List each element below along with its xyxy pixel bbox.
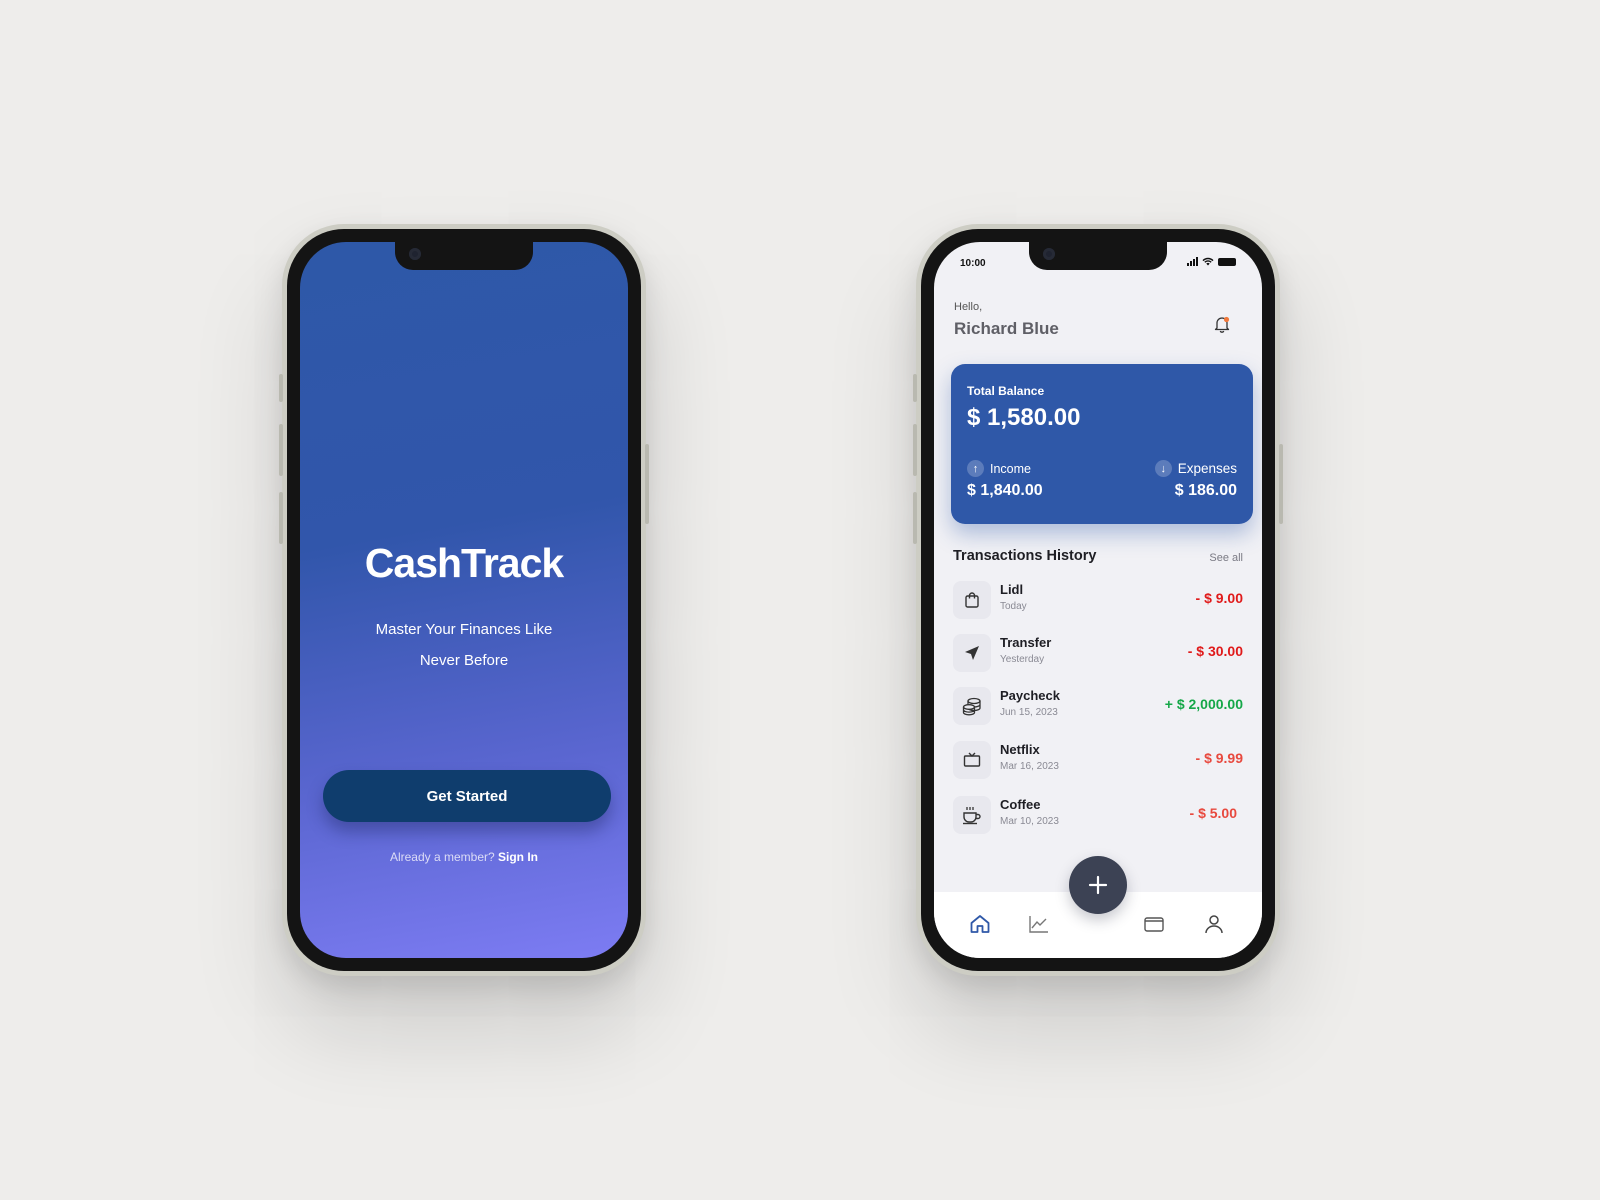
greeting: Hello, [954,301,983,313]
expenses-label: Expenses [1177,461,1237,476]
add-transaction-button[interactable] [1069,856,1127,914]
transaction-amount: - $ 5.00 [1189,805,1237,821]
tagline: Master Your Finances Like Never Before [340,614,588,676]
income-value: $ 1,840.00 [967,482,1043,499]
user-name: Richard Blue [954,319,1059,338]
transaction-name: Lidl [1000,582,1024,597]
phone-frame: 10:00 Hello, Richard Blue Total Balance … [921,229,1275,971]
total-balance-label: Total Balance [967,384,1045,398]
expenses-label-group: ↓ Expenses [1154,460,1237,477]
see-all-link[interactable]: See all [1209,552,1243,564]
coins-icon [962,697,981,716]
transaction-amount: - $ 30.00 [1187,643,1243,659]
transaction-row[interactable]: Netflix Mar 16, 2023 - $ 9.99 [953,738,1243,782]
phone-side-button [279,374,283,402]
transaction-date: Yesterday [1000,654,1045,665]
battery-icon [1218,258,1236,266]
transaction-row[interactable]: Coffee Mar 10, 2023 - $ 5.00 [953,793,1243,837]
notch [395,242,533,270]
phone-side-button [279,424,283,476]
signal-icon [1187,257,1198,266]
splash-screen: CashTrack Master Your Finances Like Neve… [300,242,628,958]
income-label-group: ↑ Income [967,460,1031,477]
tagline-line-1: Master Your Finances Like [375,621,553,638]
phone-side-button [279,492,283,544]
notch [1029,242,1167,270]
transaction-name: Coffee [1000,797,1041,812]
camera-icon [409,248,421,260]
notification-bell-icon[interactable] [1212,314,1232,334]
transaction-row[interactable]: Paycheck Jun 15, 2023 + $ 2,000.00 [953,684,1243,728]
home-phone-mockup: 10:00 Hello, Richard Blue Total Balance … [913,224,1283,976]
transaction-date: Mar 10, 2023 [1000,816,1059,827]
transaction-name: Paycheck [1000,688,1060,703]
income-label: Income [990,461,1031,476]
transaction-amount: - $ 9.00 [1195,590,1243,606]
coffee-icon [963,807,981,825]
transaction-date: Today [1000,601,1027,612]
app-logo-text: CashTrack [364,540,564,586]
splash-phone-mockup: CashTrack Master Your Finances Like Neve… [279,224,649,976]
expenses-value: $ 186.00 [1174,482,1237,499]
transaction-name: Netflix [1000,742,1040,757]
camera-icon [1043,248,1055,260]
home-icon[interactable] [968,912,992,936]
wifi-icon [1202,257,1214,266]
member-text: Already a member? [389,850,499,864]
status-time: 10:00 [960,258,986,269]
home-screen: 10:00 Hello, Richard Blue Total Balance … [934,242,1262,958]
transaction-amount: - $ 9.99 [1195,750,1243,766]
chart-icon[interactable] [1027,912,1051,936]
transaction-date: Mar 16, 2023 [1000,761,1059,772]
balance-card[interactable]: Total Balance $ 1,580.00 ↑ Income ↓ Expe… [951,364,1253,524]
add-icon [1088,875,1108,895]
sign-in-prompt: Already a member? Sign In [300,850,628,864]
phone-side-button [913,424,917,476]
tv-icon [963,752,981,767]
phone-side-button [1279,444,1283,524]
transaction-amount: + $ 2,000.00 [1164,696,1243,712]
get-started-button[interactable]: Get Started [323,770,611,822]
send-icon [965,646,979,660]
sign-in-link[interactable]: Sign In [498,850,538,864]
shopping-bag-icon [965,592,979,608]
transactions-history-title: Transactions History [953,548,1097,564]
arrow-up-icon: ↑ [967,460,984,477]
phone-side-button [913,374,917,402]
tagline-line-2: Never Before [419,652,509,669]
phone-frame: CashTrack Master Your Finances Like Neve… [287,229,641,971]
transaction-row[interactable]: Transfer Yesterday - $ 30.00 [953,631,1243,675]
transaction-row[interactable]: Lidl Today - $ 9.00 [953,578,1243,622]
arrow-down-icon: ↓ [1154,460,1172,477]
phone-side-button [913,492,917,544]
profile-icon[interactable] [1202,912,1226,936]
phone-side-button [645,444,649,524]
wallet-icon[interactable] [1142,912,1166,936]
transaction-date: Jun 15, 2023 [1000,707,1058,718]
transaction-name: Transfer [1000,635,1052,650]
total-balance-value: $ 1,580.00 [967,404,1081,431]
